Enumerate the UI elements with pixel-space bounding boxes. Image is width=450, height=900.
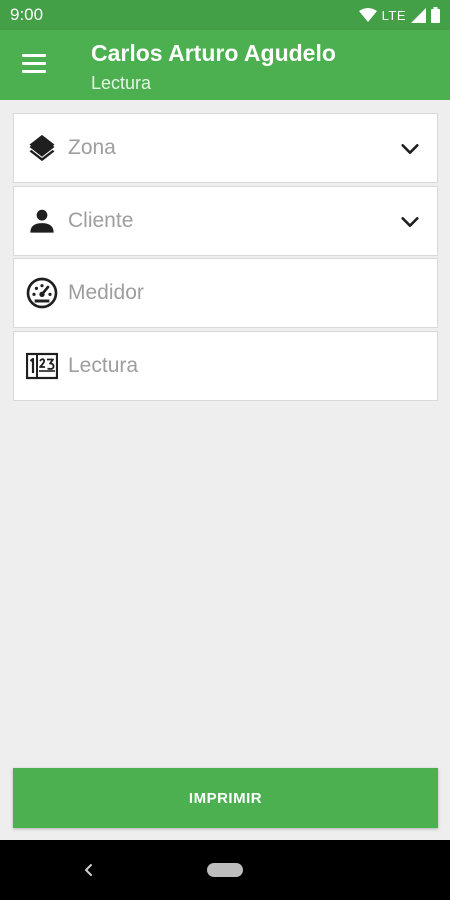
layers-icon (26, 132, 58, 164)
back-icon[interactable] (80, 860, 96, 880)
navigation-bar (0, 840, 450, 900)
zona-placeholder: Zona (68, 136, 116, 159)
hamburger-menu-icon[interactable] (22, 54, 48, 76)
lectura-placeholder: Lectura (68, 354, 139, 377)
wifi-icon (358, 8, 377, 22)
app-bar: Carlos Arturo Agudelo Lectura (0, 30, 450, 100)
numeric-icon (26, 350, 58, 382)
status-bar: 9:00 LTE (0, 0, 450, 30)
lectura-field[interactable]: Lectura (13, 331, 438, 401)
app-subtitle: Lectura (91, 73, 152, 93)
app-title: Carlos Arturo Agudelo (91, 40, 336, 66)
zona-dropdown[interactable]: Zona (13, 113, 438, 183)
home-pill-button[interactable] (207, 863, 243, 877)
chevron-down-icon[interactable] (399, 138, 421, 160)
status-icons: LTE (358, 7, 440, 23)
medidor-field[interactable]: Medidor (13, 258, 438, 328)
status-time: 9:00 (10, 5, 44, 24)
imprimir-button[interactable]: IMPRIMIR (13, 768, 438, 828)
speedometer-icon (26, 277, 58, 309)
chevron-down-icon[interactable] (399, 211, 421, 233)
signal-icon (411, 7, 426, 23)
cliente-placeholder: Cliente (68, 209, 134, 232)
person-icon (26, 205, 58, 237)
cliente-dropdown[interactable]: Cliente (13, 186, 438, 256)
battery-icon (431, 7, 440, 23)
network-type: LTE (381, 7, 406, 23)
medidor-placeholder: Medidor (68, 281, 144, 304)
